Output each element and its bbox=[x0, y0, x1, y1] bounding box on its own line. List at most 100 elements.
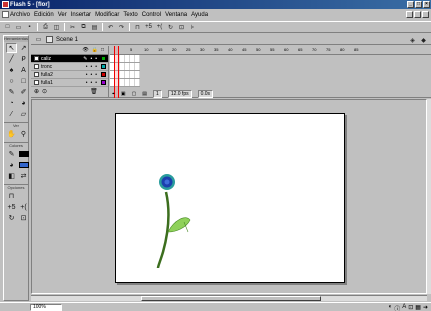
timeline-toggle-icon[interactable]: ▭ bbox=[34, 35, 43, 44]
open-icon[interactable]: ▭ bbox=[14, 23, 23, 32]
menu-ver[interactable]: Ver bbox=[58, 12, 67, 18]
menu-texto[interactable]: Texto bbox=[123, 12, 137, 18]
doc-close-button[interactable] bbox=[422, 11, 429, 18]
transform-icon[interactable]: ⊡ bbox=[408, 304, 413, 311]
zoom-tool-icon[interactable]: ⚲ bbox=[18, 129, 29, 139]
straighten-option-icon[interactable]: +( bbox=[18, 202, 29, 212]
ink-bottle-tool-icon[interactable]: ◔ bbox=[6, 98, 17, 108]
pencil-tool-icon[interactable]: ✎ bbox=[6, 87, 17, 97]
vertical-scrollbar[interactable] bbox=[427, 99, 431, 294]
onion-outlines-icon[interactable]: ▢ bbox=[132, 91, 137, 97]
horizontal-scrollbar[interactable] bbox=[31, 295, 427, 301]
edit-symbols-icon[interactable]: ◆ bbox=[419, 36, 428, 45]
library-icon[interactable]: ▦ bbox=[415, 304, 421, 311]
doc-restore-button[interactable] bbox=[414, 11, 421, 18]
menu-ventana[interactable]: Ventana bbox=[165, 12, 187, 18]
layer-color-swatch[interactable] bbox=[101, 72, 106, 77]
frame-number: 80 bbox=[340, 47, 345, 52]
oval-tool-icon[interactable]: ○ bbox=[6, 76, 17, 86]
hand-tool-icon[interactable]: ✋ bbox=[6, 129, 17, 139]
frame-rate: 12.0 fps bbox=[167, 89, 192, 98]
delete-layer-icon[interactable]: 🗑 bbox=[90, 88, 98, 95]
menu-edicion[interactable]: Edición bbox=[34, 12, 54, 18]
eye-icon[interactable]: 👁 bbox=[82, 47, 88, 53]
arrow-tool-icon[interactable]: ↖ bbox=[6, 43, 17, 53]
fill-color-swatch[interactable] bbox=[18, 160, 29, 170]
onion-skin-icon[interactable]: ▣ bbox=[121, 91, 126, 97]
menu-modificar[interactable]: Modificar bbox=[95, 12, 119, 18]
stage-canvas[interactable] bbox=[115, 113, 345, 283]
save-icon[interactable]: ▪ bbox=[25, 23, 34, 32]
doc-minimize-button[interactable] bbox=[406, 11, 413, 18]
lock-icon[interactable]: 🔒 bbox=[92, 47, 98, 53]
undo-icon[interactable]: ↶ bbox=[106, 23, 115, 32]
align-icon[interactable]: ⊧ bbox=[188, 23, 197, 32]
rectangle-tool-icon[interactable]: □ bbox=[18, 76, 29, 86]
edit-scene-icon[interactable]: ◈ bbox=[408, 36, 417, 45]
frames-panel[interactable]: 5 10 15 20 25 30 35 40 45 50 55 60 65 70 75 80 85 ⌖ ▣ ▢ … bbox=[110, 46, 431, 98]
layer-row-caliz[interactable]: caliz ✎•• bbox=[31, 55, 108, 63]
layer-visibility-dots[interactable]: ✎•• bbox=[83, 56, 100, 62]
title-bar: Flash 5 - [flor] _ □ × bbox=[0, 0, 431, 9]
cut-icon[interactable]: ✂ bbox=[68, 23, 77, 32]
maximize-button[interactable]: □ bbox=[415, 1, 422, 8]
center-frame-icon[interactable]: ⌖ bbox=[112, 91, 115, 97]
scale-icon[interactable]: ⊡ bbox=[177, 23, 186, 32]
menu-archivo[interactable]: Archivo bbox=[10, 12, 30, 18]
lasso-tool-icon[interactable]: ᑭ bbox=[18, 54, 29, 64]
menu-insertar[interactable]: Insertar bbox=[71, 12, 91, 18]
menu-control[interactable]: Control bbox=[142, 12, 161, 18]
layer-color-swatch[interactable] bbox=[101, 56, 106, 61]
scale-option-icon[interactable]: ⊡ bbox=[18, 213, 29, 223]
redo-icon[interactable]: ↷ bbox=[117, 23, 126, 32]
info-icon[interactable]: ⓘ bbox=[394, 304, 400, 311]
smooth-option-icon[interactable]: +5 bbox=[6, 202, 17, 212]
snap-magnet-icon[interactable]: ⊓ bbox=[6, 191, 17, 201]
add-guide-layer-icon[interactable]: ⊙ bbox=[42, 88, 47, 95]
actions-icon[interactable]: ➜ bbox=[423, 304, 428, 311]
frame-ruler[interactable]: 5 10 15 20 25 30 35 40 45 50 55 60 65 70 75 80 85 bbox=[110, 46, 431, 55]
layer-row-fulla2[interactable]: fulla2 ••• bbox=[31, 71, 108, 79]
flower-drawing[interactable] bbox=[116, 114, 346, 284]
subselect-tool-icon[interactable]: ↗ bbox=[18, 43, 29, 53]
snap-icon[interactable]: ⊓ bbox=[133, 23, 142, 32]
pen-tool-icon[interactable]: ♠ bbox=[6, 65, 17, 75]
paint-bucket-tool-icon[interactable]: ◕ bbox=[18, 98, 29, 108]
smooth-icon[interactable]: +5 bbox=[144, 23, 153, 32]
horizontal-scroll-thumb[interactable] bbox=[141, 296, 321, 301]
paste-icon[interactable]: ▤ bbox=[90, 23, 99, 32]
layer-row-fulla1[interactable]: fulla1 ••• bbox=[31, 79, 108, 87]
minimize-button[interactable]: _ bbox=[407, 1, 414, 8]
text-panel-icon[interactable]: A bbox=[402, 304, 406, 311]
layer-name: caliz bbox=[41, 55, 52, 62]
line-tool-icon[interactable]: ╱ bbox=[6, 54, 17, 64]
layer-color-swatch[interactable] bbox=[101, 64, 106, 69]
layer-visibility-dots[interactable]: ••• bbox=[86, 80, 100, 86]
straighten-icon[interactable]: +( bbox=[155, 23, 164, 32]
print-icon[interactable]: ⎙ bbox=[41, 23, 50, 32]
add-layer-icon[interactable]: ⊕ bbox=[34, 88, 39, 95]
panel-icon[interactable]: ◐ bbox=[389, 304, 393, 311]
layer-color-swatch[interactable] bbox=[101, 80, 106, 85]
eyedropper-tool-icon[interactable]: ⁄ bbox=[6, 109, 17, 119]
new-file-icon[interactable]: □ bbox=[3, 23, 12, 32]
copy-icon[interactable]: ⧉ bbox=[79, 23, 88, 32]
outline-icon[interactable]: □ bbox=[101, 47, 104, 53]
brush-tool-icon[interactable]: ✐ bbox=[18, 87, 29, 97]
print-preview-icon[interactable]: ◫ bbox=[52, 23, 61, 32]
rotate-option-icon[interactable]: ↻ bbox=[6, 213, 17, 223]
text-tool-icon[interactable]: A bbox=[18, 65, 29, 75]
stroke-color-swatch[interactable] bbox=[18, 149, 29, 159]
menu-ayuda[interactable]: Ayuda bbox=[191, 12, 208, 18]
scene-label[interactable]: Scene 1 bbox=[56, 37, 78, 43]
rotate-icon[interactable]: ↻ bbox=[166, 23, 175, 32]
layer-visibility-dots[interactable]: ••• bbox=[86, 64, 100, 70]
swap-colors-icon[interactable]: ⇄ bbox=[18, 171, 29, 181]
eraser-tool-icon[interactable]: ▱ bbox=[18, 109, 29, 119]
layer-row-tronc[interactable]: tronc ••• bbox=[31, 63, 108, 71]
edit-multiple-icon[interactable]: ▤ bbox=[142, 91, 147, 97]
zoom-select[interactable]: 100% bbox=[30, 303, 62, 311]
close-button[interactable]: × bbox=[423, 1, 430, 8]
default-colors-icon[interactable]: ◧ bbox=[6, 171, 17, 181]
layer-visibility-dots[interactable]: ••• bbox=[86, 72, 100, 78]
